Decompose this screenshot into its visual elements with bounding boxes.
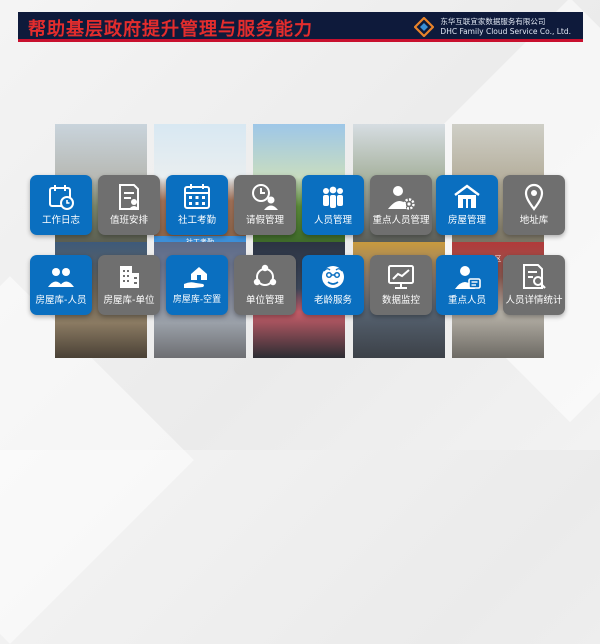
tile-key-personnel[interactable]: 重点人员 [436, 255, 498, 315]
tile-label: 单位管理 [245, 295, 284, 306]
tile-attendance[interactable]: 社工考勤 [166, 175, 228, 235]
tile-key-personnel-management[interactable]: 重点人员管理 [370, 175, 432, 235]
tile-housing-library-personnel[interactable]: 房屋库-人员 [30, 255, 92, 315]
tile-label: 重点人员 [447, 295, 486, 306]
title-bar: 帮助基层政府提升管理与服务能力 东华互联宜家数据服务有限公司 DHC Famil… [18, 12, 583, 42]
tile-label: 值班安排 [109, 215, 148, 226]
photo-street [55, 124, 147, 358]
tile-label: 人员管理 [313, 215, 352, 226]
tile-label: 工作日志 [41, 215, 80, 226]
tile-label: 房屋库-人员 [35, 295, 87, 306]
tile-label: 房屋库-空置 [172, 295, 222, 305]
photo-office: 居民 · 小区（街道） [452, 124, 544, 358]
tile-label: 地址库 [519, 215, 549, 226]
house-icon [450, 182, 484, 212]
person-id-icon [450, 262, 484, 292]
tile-unit-management[interactable]: 单位管理 [234, 255, 296, 315]
calendar-grid-icon [180, 182, 214, 212]
tile-data-monitoring[interactable]: 数据监控 [370, 255, 432, 315]
company-logo-icon [414, 17, 435, 37]
photo-gate: 社工考勤 [154, 124, 246, 358]
document-search-icon [517, 262, 551, 292]
people-group-icon [316, 182, 350, 212]
tile-personnel-management[interactable]: 人员管理 [302, 175, 364, 235]
calendar-clock-icon [44, 182, 78, 212]
tile-housing-management[interactable]: 房屋管理 [436, 175, 498, 235]
company-name-en: DHC Family Cloud Service Co., Ltd. [440, 27, 571, 36]
tile-label: 房屋管理 [447, 215, 486, 226]
tile-label: 重点人员管理 [372, 215, 430, 226]
tile-housing-library-vacant[interactable]: 房屋库-空置 [166, 255, 228, 315]
tile-personnel-statistics[interactable]: 人员详情统计 [503, 255, 565, 315]
company-brand: 东华互联宜家数据服务有限公司 DHC Family Cloud Service … [414, 15, 571, 39]
network-icon [248, 262, 282, 292]
tile-duty-schedule[interactable]: 值班安排 [98, 175, 160, 235]
tile-elderly-service[interactable]: 老龄服务 [302, 255, 364, 315]
people-icon [44, 262, 78, 292]
clock-person-icon [248, 182, 282, 212]
company-name-cn: 东华互联宜家数据服务有限公司 [440, 17, 546, 26]
tile-label: 老龄服务 [313, 295, 352, 306]
page-title: 帮助基层政府提升管理与服务能力 [28, 19, 313, 40]
document-person-icon [112, 182, 146, 212]
tile-work-log[interactable]: 工作日志 [30, 175, 92, 235]
photo-community: 村（社区）综治 [353, 124, 445, 358]
photo-park [253, 124, 345, 358]
tile-label: 数据监控 [381, 295, 420, 306]
tile-label: 人员详情统计 [505, 295, 563, 306]
building-icon [112, 262, 146, 292]
hand-house-icon [180, 262, 214, 292]
person-gear-icon [384, 182, 418, 212]
chart-monitor-icon [384, 262, 418, 292]
tile-housing-library-unit[interactable]: 房屋库-单位 [98, 255, 160, 315]
elderly-face-icon [316, 262, 350, 292]
tile-leave-management[interactable]: 请假管理 [234, 175, 296, 235]
tile-label: 房屋库-单位 [103, 295, 155, 306]
tile-address-library[interactable]: 地址库 [503, 175, 565, 235]
tile-label: 请假管理 [245, 215, 284, 226]
map-pin-icon [517, 182, 551, 212]
tile-label: 社工考勤 [177, 215, 216, 226]
header-accent-stripe [18, 39, 583, 42]
